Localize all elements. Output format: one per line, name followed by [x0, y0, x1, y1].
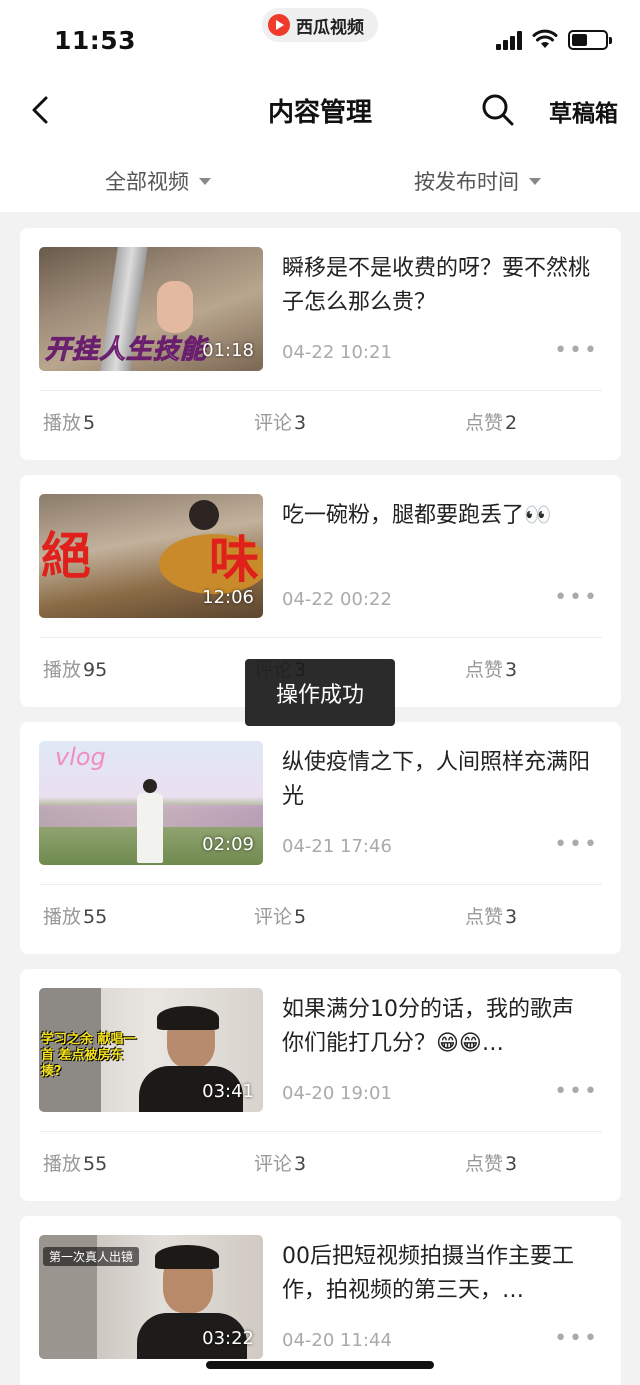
caret-down-icon — [529, 177, 541, 185]
video-title: 如果满分10分的话，我的歌声你们能打几分？😁😁… — [282, 997, 574, 1056]
video-thumbnail[interactable]: 学习之余 献唱一首 差点被房东揍? 03:41 — [39, 988, 263, 1112]
like-label: 点赞 — [465, 659, 504, 681]
comment-count[interactable]: 评论3 — [254, 1149, 306, 1176]
more-options-icon[interactable]: ••• — [554, 1081, 599, 1103]
page-title: 内容管理 — [267, 98, 372, 128]
drafts-button[interactable]: 草稿箱 — [549, 94, 618, 128]
battery-icon — [568, 30, 612, 50]
video-title: 瞬移是不是收费的呀？要不然桃子怎么那么贵？ — [282, 256, 591, 315]
divider — [39, 1131, 602, 1132]
play-count: 播放 55 — [43, 902, 107, 929]
status-time: 11:53 — [54, 26, 137, 55]
like-value: 3 — [505, 1153, 518, 1175]
xigua-logo-icon — [268, 14, 290, 36]
video-title: 00后把短视频拍摄当作主要工作，拍视频的第三天，… — [282, 1244, 574, 1303]
video-duration: 12:06 — [202, 587, 254, 608]
play-count: 播放 5 — [43, 408, 95, 435]
like-label: 点赞 — [465, 412, 504, 434]
publish-date: 04-20 19:01 — [282, 1083, 392, 1104]
app-name: 西瓜视频 — [296, 17, 364, 38]
divider — [39, 884, 602, 885]
thumbnail-caption: 学习之余 献唱一首 差点被房东揍? — [41, 1032, 137, 1079]
thumbnail-caption: 开挂人生技能 — [44, 335, 208, 366]
publish-date: 04-20 11:44 — [282, 1330, 392, 1351]
like-count: 点赞 3 — [465, 902, 517, 929]
like-count: 点赞 2 — [465, 408, 517, 435]
video-thumbnail[interactable]: vlog 02:09 — [39, 741, 263, 865]
more-options-icon[interactable]: ••• — [554, 587, 599, 609]
video-duration: 03:41 — [202, 1081, 254, 1102]
publish-date: 04-22 10:21 — [282, 342, 392, 363]
comment-label: 评论 — [254, 906, 293, 928]
video-thumbnail[interactable]: 第一次真人出镜 03:22 — [39, 1235, 263, 1359]
toast-message: 操作成功 — [245, 659, 395, 726]
thumbnail-caption: 第一次真人出镜 — [43, 1247, 140, 1266]
comment-count[interactable]: 评论3 — [254, 408, 306, 435]
play-label: 播放 — [43, 412, 82, 434]
video-title: 纵使疫情之下，人间照样充满阳光 — [282, 750, 591, 809]
like-value: 2 — [505, 412, 518, 434]
play-label: 播放 — [43, 659, 82, 681]
comment-value: 3 — [294, 412, 307, 434]
like-count: 点赞 3 — [465, 1149, 517, 1176]
comment-count[interactable]: 评论 5 — [254, 902, 306, 929]
divider — [39, 637, 602, 638]
wifi-icon — [532, 29, 558, 48]
like-count: 点赞 3 — [465, 655, 517, 682]
app-return-pill[interactable]: 西瓜视频 — [262, 8, 378, 42]
play-count: 播放 95 — [43, 655, 107, 682]
video-duration: 02:09 — [202, 834, 254, 855]
publish-date: 04-22 00:22 — [282, 589, 392, 610]
play-value: 95 — [83, 659, 108, 681]
more-options-icon[interactable]: ••• — [554, 1328, 599, 1350]
play-value: 55 — [83, 906, 108, 928]
play-count: 播放 55 — [43, 1149, 107, 1176]
nav-bar: 内容管理 草稿箱 — [0, 80, 640, 140]
play-label: 播放 — [43, 1153, 82, 1175]
video-card[interactable]: 开挂人生技能 01:18 瞬移是不是收费的呀？要不然桃子怎么那么贵？ 04-22… — [20, 228, 621, 460]
play-value: 55 — [83, 1153, 108, 1175]
comment-label: 评论 — [254, 1153, 293, 1175]
comment-label: 评论 — [254, 412, 293, 434]
video-thumbnail[interactable]: 絕 味 12:06 — [39, 494, 263, 618]
video-card[interactable]: 学习之余 献唱一首 差点被房东揍? 03:41 如果满分10分的话，我的歌声你们… — [20, 969, 621, 1201]
publish-date: 04-21 17:46 — [282, 836, 392, 857]
video-thumbnail[interactable]: 开挂人生技能 01:18 — [39, 247, 263, 371]
sort-filter-label: 按发布时间 — [414, 170, 519, 194]
thumbnail-caption-left: 絕 — [41, 526, 91, 585]
thumbnail-caption-right: 味 — [209, 530, 259, 589]
more-options-icon[interactable]: ••• — [554, 340, 599, 362]
status-bar: 11:53 西瓜视频 — [0, 0, 640, 80]
video-duration: 01:18 — [202, 340, 254, 361]
sort-filter[interactable]: 按发布时间 — [414, 166, 541, 196]
comment-value: 5 — [294, 906, 307, 928]
search-icon[interactable] — [480, 92, 516, 128]
video-type-filter-label: 全部视频 — [105, 170, 189, 194]
video-duration: 03:22 — [202, 1328, 254, 1349]
video-card[interactable]: 第一次真人出镜 03:22 00后把短视频拍摄当作主要工作，拍视频的第三天，… … — [20, 1216, 621, 1385]
comment-value: 3 — [294, 1153, 307, 1175]
more-options-icon[interactable]: ••• — [554, 834, 599, 856]
like-value: 3 — [505, 659, 518, 681]
home-indicator[interactable] — [206, 1361, 434, 1369]
cellular-signal-icon — [496, 30, 524, 50]
filter-bar: 全部视频 按发布时间 — [0, 140, 640, 212]
video-type-filter[interactable]: 全部视频 — [105, 166, 211, 196]
play-value: 5 — [83, 412, 96, 434]
like-label: 点赞 — [465, 1153, 504, 1175]
caret-down-icon — [199, 177, 211, 185]
like-label: 点赞 — [465, 906, 504, 928]
like-value: 3 — [505, 906, 518, 928]
video-title: 吃一碗粉，腿都要跑丢了👀 — [282, 503, 552, 528]
video-card[interactable]: vlog 02:09 纵使疫情之下，人间照样充满阳光 04-21 17:46 •… — [20, 722, 621, 954]
play-label: 播放 — [43, 906, 82, 928]
divider — [39, 390, 602, 391]
thumbnail-caption: vlog — [55, 743, 106, 771]
